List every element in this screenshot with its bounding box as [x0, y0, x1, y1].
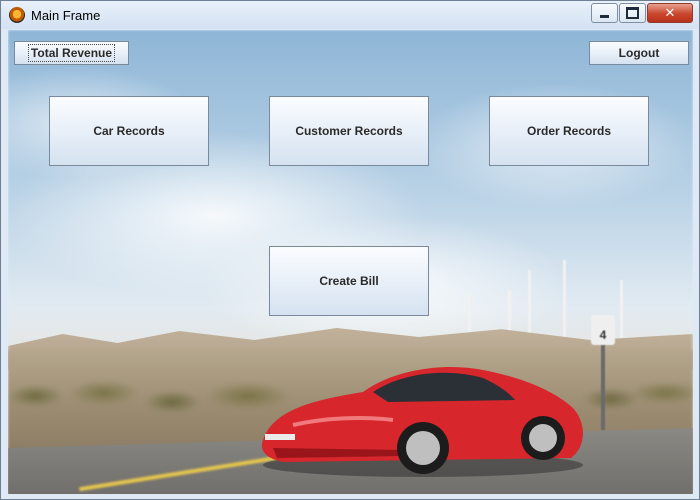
create-bill-label: Create Bill — [319, 274, 379, 288]
window-title: Main Frame — [31, 8, 101, 23]
maximize-button[interactable] — [619, 3, 646, 23]
app-icon — [9, 7, 25, 23]
order-records-label: Order Records — [526, 124, 612, 138]
red-sports-car-image — [261, 366, 583, 477]
total-revenue-button[interactable]: Total Revenue — [14, 41, 129, 65]
order-records-button[interactable]: Order Records — [489, 96, 649, 166]
car-records-button[interactable]: Car Records — [49, 96, 209, 166]
customer-records-button[interactable]: Customer Records — [269, 96, 429, 166]
window-controls: ✕ — [590, 3, 693, 23]
route-sign: 4 — [591, 315, 615, 345]
total-revenue-label: Total Revenue — [27, 44, 116, 62]
maximize-icon — [620, 4, 645, 22]
close-icon: ✕ — [664, 5, 676, 21]
create-bill-button[interactable]: Create Bill — [269, 246, 429, 316]
title-bar[interactable]: Main Frame ✕ — [1, 1, 699, 29]
car-records-label: Car Records — [93, 124, 165, 138]
minimize-icon — [592, 4, 617, 22]
minimize-button[interactable] — [591, 3, 618, 23]
logout-label: Logout — [618, 46, 660, 60]
content-pane: 4 Total Revenue Logout Car Records Custo… — [8, 30, 693, 494]
logout-button[interactable]: Logout — [589, 41, 689, 65]
close-button[interactable]: ✕ — [647, 3, 693, 23]
customer-records-label: Customer Records — [295, 124, 403, 138]
main-frame-window: Main Frame ✕ 4 Total Revenue Logout Car … — [0, 0, 700, 500]
